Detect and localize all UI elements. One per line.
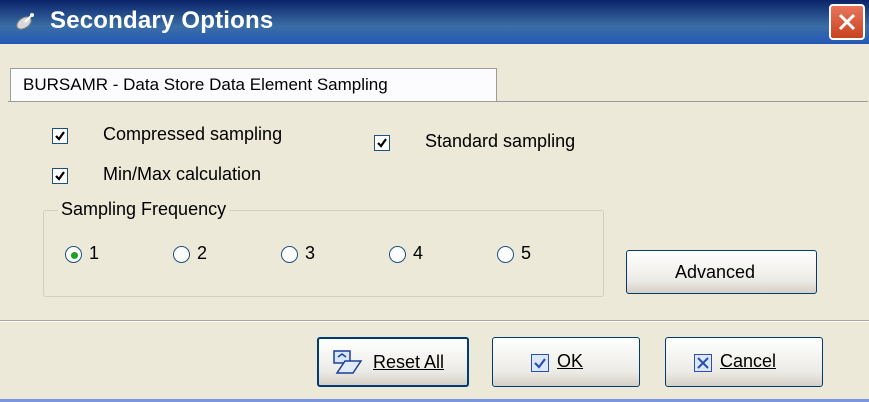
frequency-option-label: 3: [305, 243, 316, 263]
radio-circle: [65, 246, 82, 263]
radio-circle: [281, 246, 298, 263]
reset-all-button[interactable]: Reset All: [317, 337, 469, 387]
check-mark-icon: [55, 171, 65, 181]
satellite-icon: [14, 11, 36, 33]
advanced-button-label: Advanced: [675, 262, 756, 282]
check-icon: [531, 354, 549, 377]
close-button[interactable]: [829, 4, 865, 40]
cancel-x-icon: [694, 354, 712, 377]
ok-button[interactable]: OK: [492, 337, 640, 387]
separator: [0, 320, 869, 322]
reset-icon: [333, 349, 363, 382]
cancel-button-label: Cancel: [720, 351, 777, 371]
compressed-sampling-label: Compressed sampling: [103, 124, 283, 144]
cancel-button[interactable]: Cancel: [665, 337, 823, 387]
title-bar[interactable]: Secondary Options: [0, 0, 869, 44]
tab-sampling[interactable]: BURSAMR - Data Store Data Element Sampli…: [10, 68, 497, 102]
minmax-calculation-label: Min/Max calculation: [103, 164, 262, 184]
checkbox-box: [374, 135, 390, 151]
radio-circle: [389, 246, 406, 263]
tab-label: BURSAMR - Data Store Data Element Sampli…: [23, 75, 388, 94]
check-mark-icon: [55, 131, 65, 141]
sampling-frequency-group: [43, 210, 604, 297]
ok-button-label: OK: [557, 351, 584, 371]
secondary-options-dialog: Secondary Options BURSAMR - Data Store D…: [0, 0, 869, 402]
frequency-option-label: 4: [413, 243, 424, 263]
radio-circle: [497, 246, 514, 263]
window-title: Secondary Options: [50, 7, 274, 34]
advanced-button[interactable]: Advanced: [626, 250, 817, 294]
radio-selected-dot: [71, 252, 78, 259]
check-mark-icon: [377, 138, 387, 148]
checkbox-box: [52, 128, 68, 144]
radio-circle: [173, 246, 190, 263]
reset-all-button-label: Reset All: [373, 352, 445, 372]
checkbox-box: [52, 168, 68, 184]
frequency-option-label: 2: [197, 243, 208, 263]
close-icon: [838, 13, 856, 31]
standard-sampling-label: Standard sampling: [425, 131, 576, 151]
sampling-frequency-label: Sampling Frequency: [58, 199, 230, 220]
frequency-option-label: 1: [89, 243, 100, 263]
frequency-option-label: 5: [521, 243, 532, 263]
